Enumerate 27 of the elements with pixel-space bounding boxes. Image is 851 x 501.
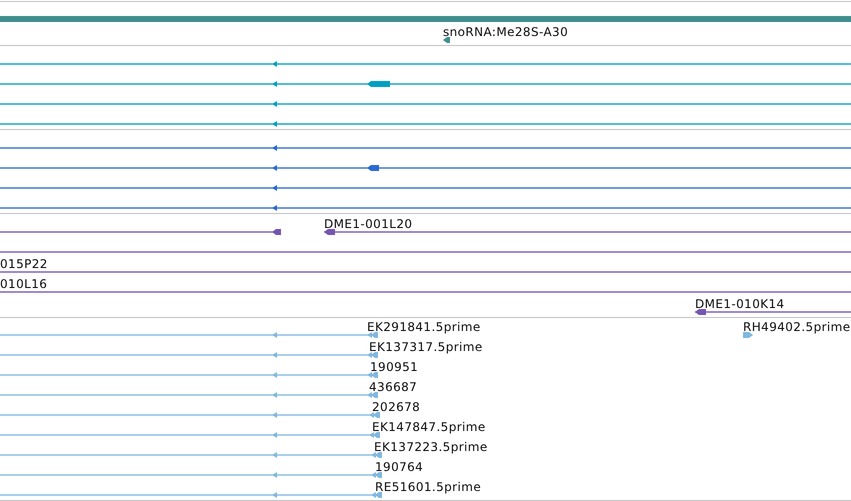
feature-label: 202678 bbox=[372, 401, 420, 413]
feature-glyph[interactable] bbox=[0, 184, 851, 192]
feature-glyph[interactable] bbox=[0, 164, 851, 172]
feature-label: EK291841.5prime bbox=[367, 321, 481, 333]
feature-label: DME1-010K14 bbox=[695, 298, 785, 310]
feature-glyph[interactable] bbox=[0, 204, 851, 212]
feature-label: RE51601.5prime bbox=[375, 481, 482, 493]
feature-label: RH49402.5prime bbox=[743, 321, 851, 333]
feature-glyph[interactable] bbox=[0, 80, 851, 88]
feature-glyph[interactable] bbox=[0, 144, 851, 152]
feature-glyph[interactable] bbox=[443, 36, 450, 44]
feature-glyph[interactable] bbox=[0, 120, 851, 128]
feature-glyph[interactable] bbox=[695, 308, 851, 316]
feature-glyph[interactable] bbox=[324, 228, 851, 236]
feature-label: EK137223.5prime bbox=[374, 441, 488, 453]
feature-label: EK147847.5prime bbox=[372, 421, 486, 433]
feature-glyph[interactable] bbox=[0, 100, 851, 108]
feature-label: 190951 bbox=[370, 361, 418, 373]
feature-label: 015P22 bbox=[0, 258, 48, 270]
feature-label: 190764 bbox=[375, 461, 424, 473]
feature-label: 436687 bbox=[369, 381, 418, 393]
feature-glyph[interactable] bbox=[0, 60, 851, 68]
feature-label: 010L16 bbox=[0, 278, 48, 290]
feature-glyph[interactable] bbox=[0, 228, 281, 236]
feature-label: DME1-001L20 bbox=[324, 218, 412, 230]
feature-label: snoRNA:Me28S-A30 bbox=[443, 26, 568, 38]
feature-label: EK137317.5prime bbox=[369, 341, 483, 353]
